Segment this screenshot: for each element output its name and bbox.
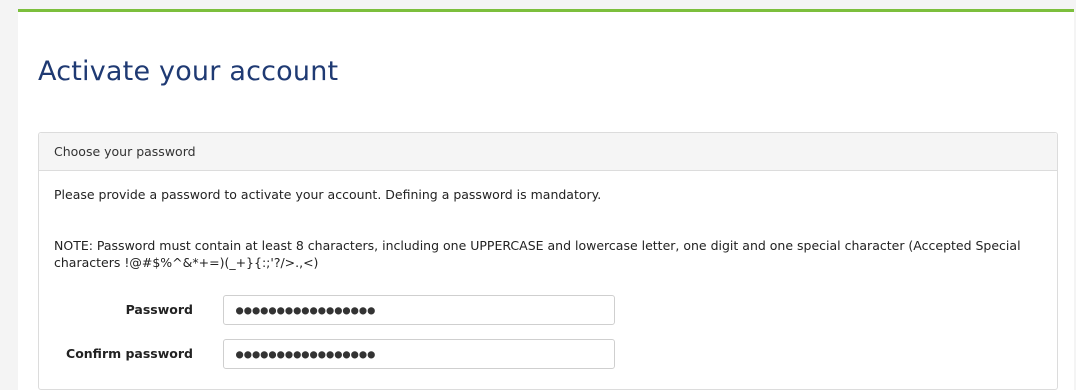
confirm-password-row: Confirm password: [39, 339, 1039, 369]
confirm-password-input[interactable]: [223, 339, 615, 369]
page-title: Activate your account: [38, 56, 339, 87]
password-rules-note: NOTE: Password must contain at least 8 c…: [54, 238, 1021, 270]
password-panel: Choose your password Please provide a pa…: [38, 132, 1058, 390]
password-label: Password: [125, 302, 193, 317]
password-input[interactable]: [223, 295, 615, 325]
password-row: Password: [39, 295, 1039, 325]
page-card: Activate your account Choose your passwo…: [18, 9, 1074, 390]
confirm-password-label: Confirm password: [66, 346, 193, 361]
intro-text: Please provide a password to activate yo…: [54, 187, 602, 202]
panel-header: Choose your password: [39, 133, 1057, 171]
